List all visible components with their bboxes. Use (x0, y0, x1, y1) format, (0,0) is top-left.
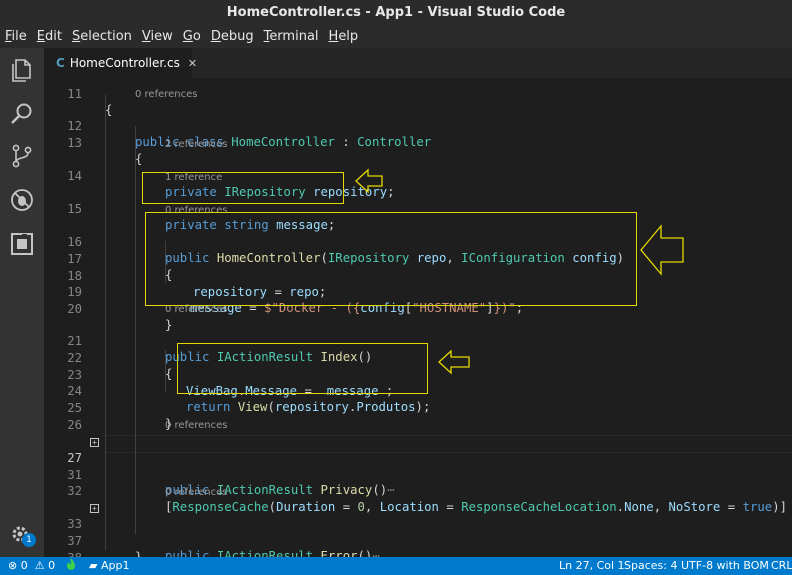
highlight-box-field (142, 172, 344, 204)
code-editor[interactable]: 11 { 0 references 12 public class HomeCo… (44, 78, 792, 557)
folder-icon: ▰ (89, 559, 98, 572)
code-line: 32 [ResponseCache(Duration = 0, Location… (44, 467, 792, 514)
expand-fold-icon[interactable]: + (90, 438, 99, 447)
menu-terminal[interactable]: Terminal (259, 29, 324, 44)
code-line: 33 + public IActionResult Error()⋯ (44, 500, 792, 557)
arrow-left-icon (355, 168, 383, 194)
arrow-left-icon (438, 349, 470, 375)
flame-icon[interactable] (66, 557, 76, 575)
codelens-references[interactable]: 2 references (165, 138, 228, 152)
code-text: } (135, 550, 143, 557)
line-number: 11 (67, 87, 82, 101)
error-count: 0 (20, 559, 28, 572)
settings-gear-icon[interactable]: 1 (8, 520, 36, 548)
status-bar: ⊗ 0 ⚠ 0 ▰ App1 Ln 27, Col 1 Spaces: 4 UT… (0, 557, 792, 575)
settings-badge: 1 (22, 533, 36, 547)
search-icon[interactable] (8, 100, 36, 128)
code-line: 27 + public IActionResult Privacy()⋯ (44, 434, 792, 497)
codelens-references[interactable]: 0 references (135, 88, 198, 102)
code-line: 21 public IActionResult Index() (44, 317, 792, 364)
close-icon[interactable]: ✕ (188, 57, 197, 70)
tab-label: HomeController.cs (69, 56, 180, 70)
tab-bar: C HomeController.cs ✕ (44, 48, 792, 78)
tab-homecontroller[interactable]: C HomeController.cs ✕ (44, 48, 197, 78)
warning-count: 0 (48, 559, 56, 572)
explorer-icon[interactable] (8, 56, 36, 84)
code-line: 11 { (44, 78, 792, 117)
menu-file[interactable]: File (0, 29, 32, 44)
menu-bar: File Edit Selection View Go Debug Termin… (0, 25, 792, 48)
arrow-left-icon (640, 224, 684, 276)
menu-view[interactable]: View (137, 29, 178, 44)
encoding-setting[interactable]: UTF-8 with BOM (681, 557, 769, 575)
menu-debug[interactable]: Debug (206, 29, 259, 44)
codelens-references[interactable]: 0 references (165, 419, 228, 433)
code-line: 26 (44, 401, 792, 432)
activity-bar: 1 (0, 48, 44, 557)
indentation-setting[interactable]: Spaces: 4 (624, 557, 677, 575)
line-number: 15 (67, 202, 82, 216)
highlight-box-viewbag (177, 343, 428, 394)
menu-edit[interactable]: Edit (32, 29, 67, 44)
extensions-icon[interactable] (8, 230, 36, 258)
problems-indicator[interactable]: ⊗ 0 ⚠ 0 (8, 557, 55, 575)
debug-icon[interactable] (8, 186, 36, 214)
window-title: HomeController.cs - App1 - Visual Studio… (0, 0, 792, 25)
menu-help[interactable]: Help (324, 29, 364, 44)
code-line: 13 { (44, 119, 792, 166)
menu-go[interactable]: Go (178, 29, 206, 44)
folder-indicator[interactable]: ▰ App1 (89, 557, 129, 575)
warning-icon: ⚠ (34, 559, 45, 572)
csharp-file-icon: C (56, 56, 65, 70)
line-number: 13 (67, 136, 82, 150)
line-number: 26 (67, 418, 82, 432)
line-number: 20 (67, 302, 82, 316)
code-line: 38 } (44, 534, 792, 557)
folder-name: App1 (100, 559, 130, 572)
cursor-position[interactable]: Ln 27, Col 1 (559, 557, 625, 575)
code-line: 14 private IRepository repository; (44, 152, 792, 199)
line-number: 14 (67, 169, 82, 183)
error-icon: ⊗ (8, 559, 18, 572)
line-number: 38 (44, 550, 82, 557)
eol-setting[interactable]: CRLF (771, 557, 792, 575)
menu-selection[interactable]: Selection (67, 29, 137, 44)
line-number: 32 (67, 484, 82, 498)
code-line: 12 public class HomeController : Control… (44, 102, 792, 149)
code-line: 37 } (44, 517, 792, 557)
codelens-references[interactable]: 0 references (165, 486, 228, 500)
code-line: 31 (44, 451, 792, 482)
expand-fold-icon[interactable]: + (90, 504, 99, 513)
highlight-box-constructor (145, 212, 637, 306)
source-control-icon[interactable] (8, 142, 36, 170)
